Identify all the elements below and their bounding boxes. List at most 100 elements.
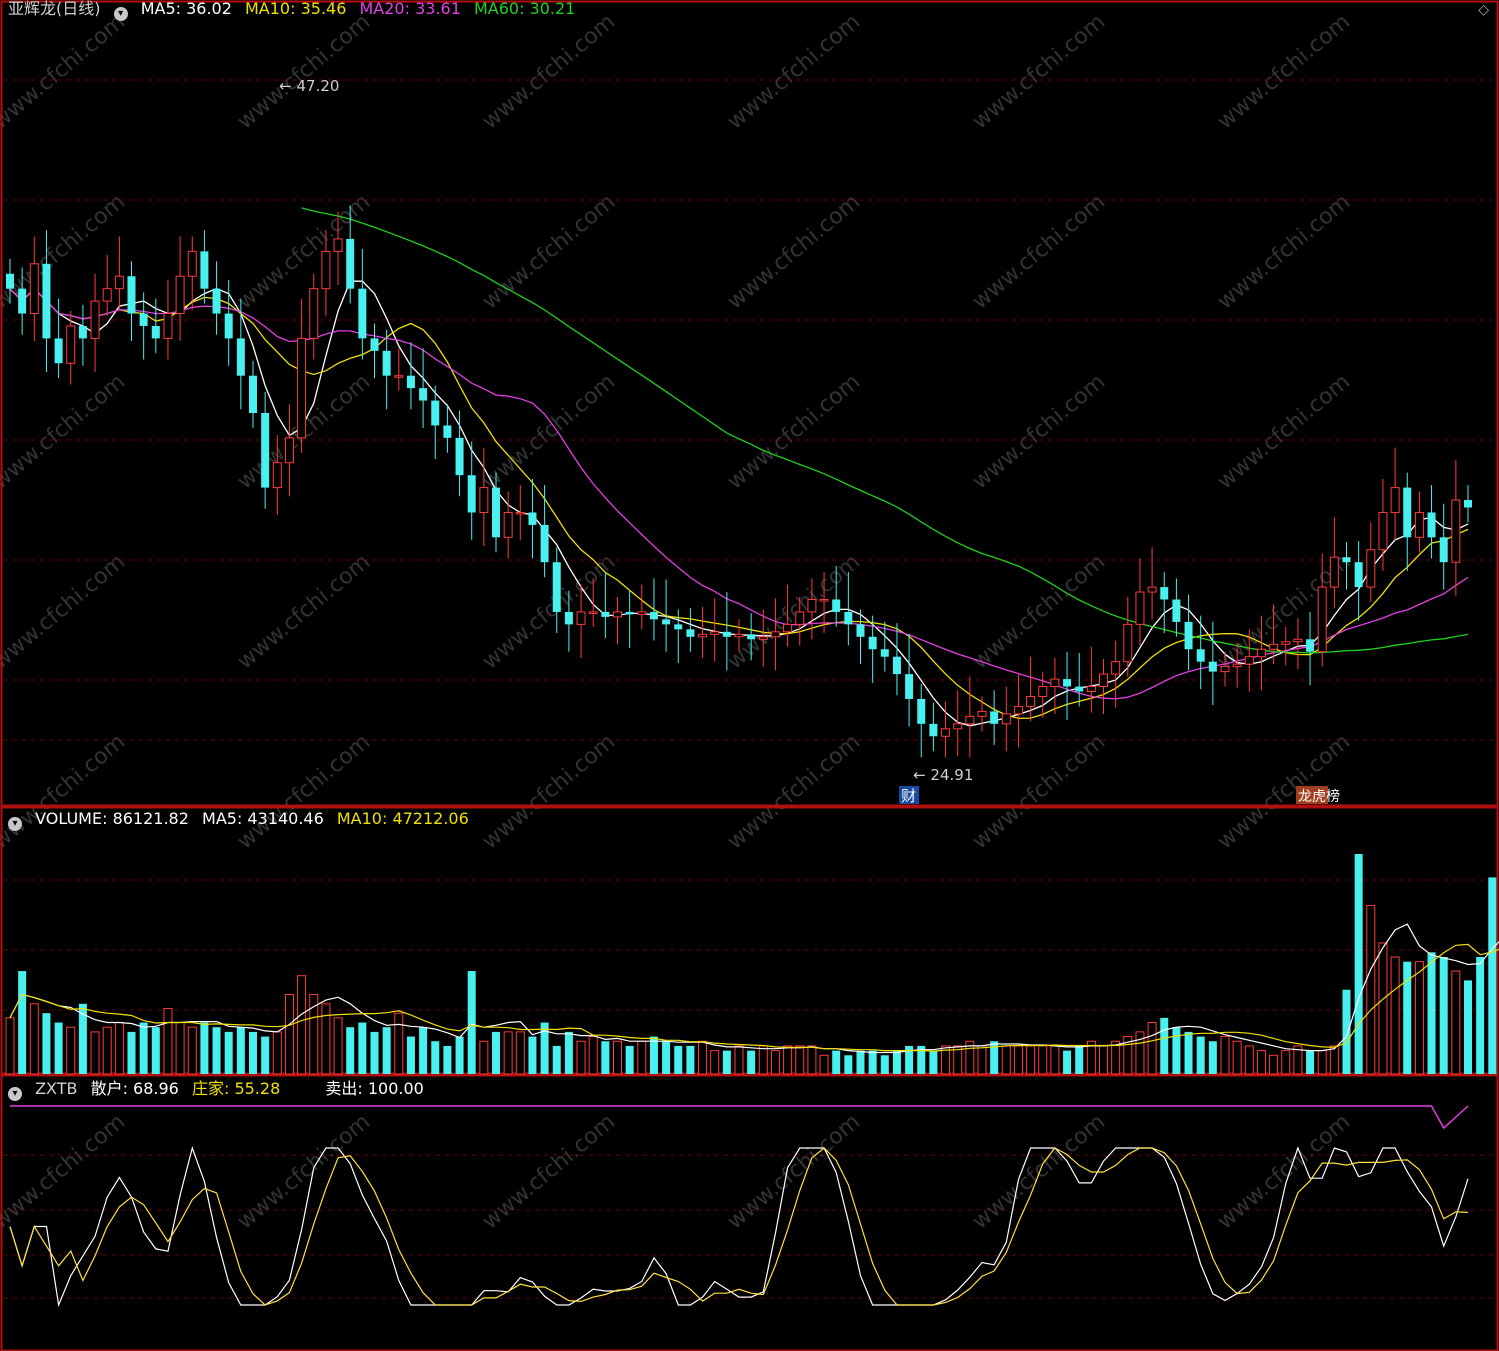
diamond-icon[interactable]: ◇ xyxy=(1478,2,1489,18)
volume-bar-up xyxy=(102,1026,112,1075)
volume-bar-up xyxy=(576,1040,586,1075)
candle-body-up xyxy=(807,599,817,613)
volume-bar-up xyxy=(1244,1045,1254,1075)
price-high-label: ← 47.20 xyxy=(279,77,339,95)
cai-marker: 财 xyxy=(901,787,916,805)
candle-body-up xyxy=(503,511,513,538)
volume-bar-up xyxy=(1329,1045,1339,1075)
watermark-text: www.cfchi.com xyxy=(968,9,1110,134)
ma10-value: MA10: 35.46 xyxy=(245,0,347,18)
volume-bar-down xyxy=(540,1022,549,1074)
volume-bar-up xyxy=(977,1045,987,1075)
volume-ma-lines xyxy=(9,923,1499,1054)
volume-bar-up xyxy=(272,1031,282,1075)
volume-bar-down xyxy=(431,1041,440,1074)
volume-bar-up xyxy=(734,1045,744,1075)
volume-bar-up xyxy=(515,1031,525,1075)
candle-body-up xyxy=(515,511,525,515)
volume-bar-down xyxy=(1342,989,1351,1074)
volume-bar-down xyxy=(722,1050,731,1074)
volume-bar-up xyxy=(29,1003,39,1075)
candle-body-up xyxy=(977,710,987,717)
volume-bar-up xyxy=(1366,905,1376,1075)
longhu-marker: 龙虎榜 xyxy=(1298,788,1340,805)
candle-body-up xyxy=(698,633,708,638)
watermark-text: www.cfchi.com xyxy=(723,549,865,674)
volume-menu-icon[interactable]: ▾ xyxy=(8,817,22,831)
volume-bar-down xyxy=(346,1027,355,1074)
panel-menu-icon[interactable]: ▾ xyxy=(113,7,128,21)
volume-bar-up xyxy=(394,1012,404,1075)
volume-bar-down xyxy=(1184,1031,1193,1074)
stock-title[interactable]: 亚辉龙(日线) xyxy=(8,0,101,18)
volume-bar-up xyxy=(5,1017,15,1075)
stock-chart[interactable]: www.cfchi.com www.cfchi.com www.cfchi.com w… xyxy=(0,0,1499,1351)
candle-body-down xyxy=(1403,487,1412,538)
candle-body-down xyxy=(564,611,573,625)
volume-bar-up xyxy=(1378,942,1388,1075)
panel-frames xyxy=(0,0,1499,1351)
sell-line xyxy=(10,1105,1469,1130)
volume-bar-down xyxy=(249,1031,257,1074)
candle-body-down xyxy=(1354,562,1363,588)
candle-body-up xyxy=(90,300,100,339)
volume-bar-down xyxy=(1063,1050,1072,1074)
candle-body-up xyxy=(1244,656,1254,665)
volume-bar-down xyxy=(42,1013,51,1074)
volume-bar-up xyxy=(1038,1045,1048,1075)
volume-bar-up xyxy=(1147,1022,1157,1075)
volume-bar-up xyxy=(819,1054,829,1075)
candle-body-up xyxy=(163,313,173,339)
candle-body-up xyxy=(1329,556,1339,588)
volume-bar-down xyxy=(1196,1036,1205,1074)
candle-body-up xyxy=(1123,623,1133,663)
volume-bar-up xyxy=(114,1022,124,1075)
candle-body-down xyxy=(880,649,889,657)
candle-body-up xyxy=(175,275,185,315)
volume-bar-up xyxy=(1099,1045,1108,1075)
volume-bar-down xyxy=(649,1036,658,1074)
watermark-text: www.cfchi.com xyxy=(0,1109,130,1234)
candle-body-up xyxy=(479,487,489,513)
volume-bar-down xyxy=(686,1045,695,1074)
candle-body-down xyxy=(747,634,756,640)
candle-body-down xyxy=(1427,512,1436,538)
candle-body-up xyxy=(637,611,647,615)
indicator-menu-icon[interactable]: ▾ xyxy=(8,1087,22,1101)
volume-bar-down xyxy=(1208,1041,1217,1074)
volume-bar-up xyxy=(163,1007,173,1075)
candle-body-down xyxy=(236,338,245,376)
volume-bar-down xyxy=(929,1050,938,1074)
candle-body-down xyxy=(6,273,14,289)
watermark-text: www.cfchi.com xyxy=(723,189,865,314)
price-panel-header: 亚辉龙(日线) ▾ MA5: 36.02 MA10: 35.46 MA20: 3… xyxy=(8,0,583,21)
candle-body-up xyxy=(1281,641,1291,645)
ma20-value: MA20: 33.61 xyxy=(359,0,461,18)
candle-body-up xyxy=(1111,661,1121,675)
volume-bar-up xyxy=(333,1017,343,1075)
volume-bar-down xyxy=(236,1027,245,1074)
volume-bar-down xyxy=(1160,1017,1169,1074)
volume-bar-up xyxy=(613,1040,622,1075)
watermark-text: www.cfchi.com xyxy=(723,729,865,854)
candle-body-up xyxy=(1451,499,1461,563)
watermark-text: www.cfchi.com xyxy=(0,549,130,674)
volume-bar-down xyxy=(1427,952,1436,1074)
watermark-text: www.cfchi.com xyxy=(233,9,375,134)
volume-bar-up xyxy=(1220,1036,1230,1075)
candle-body-down xyxy=(625,611,634,615)
watermark-text: www.cfchi.com xyxy=(1213,9,1355,134)
candle-body-up xyxy=(272,462,282,489)
candle-body-down xyxy=(674,624,683,630)
volume-bar-down xyxy=(1488,877,1497,1074)
watermark-text: www.cfchi.com xyxy=(968,729,1110,854)
candle-body-down xyxy=(467,475,476,513)
volume-bar-up xyxy=(758,1045,768,1075)
volume-bar-up xyxy=(770,1050,780,1075)
candle-body-down xyxy=(905,674,914,699)
candle-body-up xyxy=(734,633,744,638)
volume-ma10-line xyxy=(9,943,1499,1052)
candle-body-down xyxy=(346,238,355,289)
watermark-text: www.cfchi.com xyxy=(1213,369,1355,494)
candle-body-down xyxy=(419,388,428,401)
